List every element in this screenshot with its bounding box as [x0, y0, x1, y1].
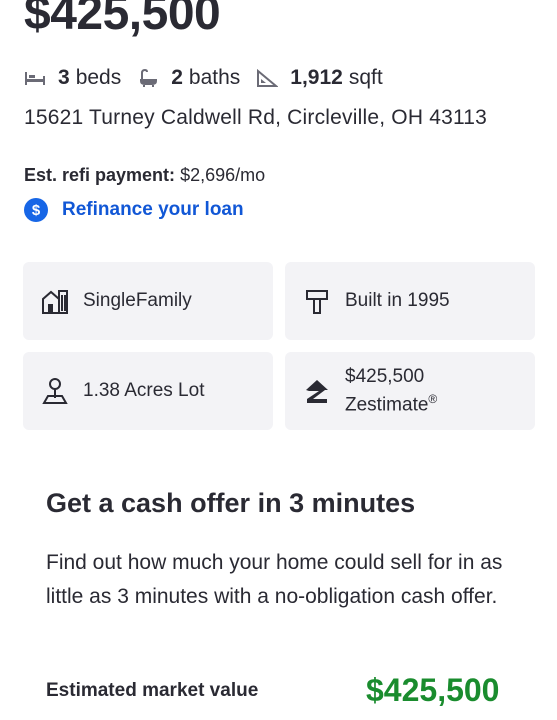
- year-built-card: Built in 1995: [285, 262, 535, 340]
- zestimate-label: Zestimate: [345, 394, 429, 416]
- sqft-label: sqft: [348, 66, 383, 89]
- registered-mark: ®: [428, 391, 438, 406]
- tree-lot-icon: [42, 378, 68, 404]
- listing-address: 15621 Turney Caldwell Rd, Circleville, O…: [24, 106, 488, 129]
- refinance-link[interactable]: $ Refinance your loan: [24, 198, 244, 222]
- market-value-label: Estimated market value: [46, 680, 259, 701]
- home-type-card: SingleFamily: [23, 262, 273, 340]
- lot-size-card: 1.38 Acres Lot: [23, 352, 273, 430]
- zestimate-text: $425,500 Zestimate®: [345, 366, 437, 416]
- sqft-icon: [257, 69, 279, 87]
- lot-size-label: 1.38 Acres Lot: [83, 380, 205, 401]
- cash-offer-title: Get a cash offer in 3 minutes: [46, 488, 416, 518]
- baths-count: 2: [171, 66, 183, 89]
- market-value: $425,500: [366, 672, 500, 708]
- zestimate-card[interactable]: $425,500 Zestimate®: [285, 352, 535, 430]
- refinance-link-label[interactable]: Refinance your loan: [62, 199, 244, 221]
- bed-icon: [25, 72, 45, 85]
- beds-count: 3: [58, 66, 70, 89]
- zillow-logo-icon: [306, 380, 328, 403]
- year-built-label: Built in 1995: [345, 290, 450, 311]
- baths-label: baths: [188, 66, 241, 89]
- beds-fact: 3 beds: [24, 66, 121, 90]
- baths-fact: 2 baths: [137, 66, 240, 90]
- refi-value: $2,696/mo: [180, 165, 266, 185]
- sqft-count: 1,912: [290, 66, 343, 89]
- refi-label: Est. refi payment:: [24, 165, 176, 185]
- zestimate-label-row: Zestimate®: [345, 388, 437, 416]
- bath-icon: [140, 69, 158, 87]
- zestimate-value: $425,500: [345, 365, 425, 387]
- house-icon: [42, 290, 68, 314]
- cash-offer-description: Find out how much your home could sell f…: [46, 551, 503, 608]
- dollar-icon: $: [24, 198, 48, 222]
- listing-price: $425,500: [24, 0, 221, 40]
- beds-label: beds: [75, 66, 122, 89]
- sqft-fact: 1,912 sqft: [256, 66, 383, 90]
- refi-payment: Est. refi payment: $2,696/mo: [24, 165, 265, 186]
- hammer-icon: [306, 290, 328, 314]
- home-type-label: SingleFamily: [83, 290, 192, 311]
- home-facts: 3 beds 2 baths 1,912 sqft: [24, 64, 399, 92]
